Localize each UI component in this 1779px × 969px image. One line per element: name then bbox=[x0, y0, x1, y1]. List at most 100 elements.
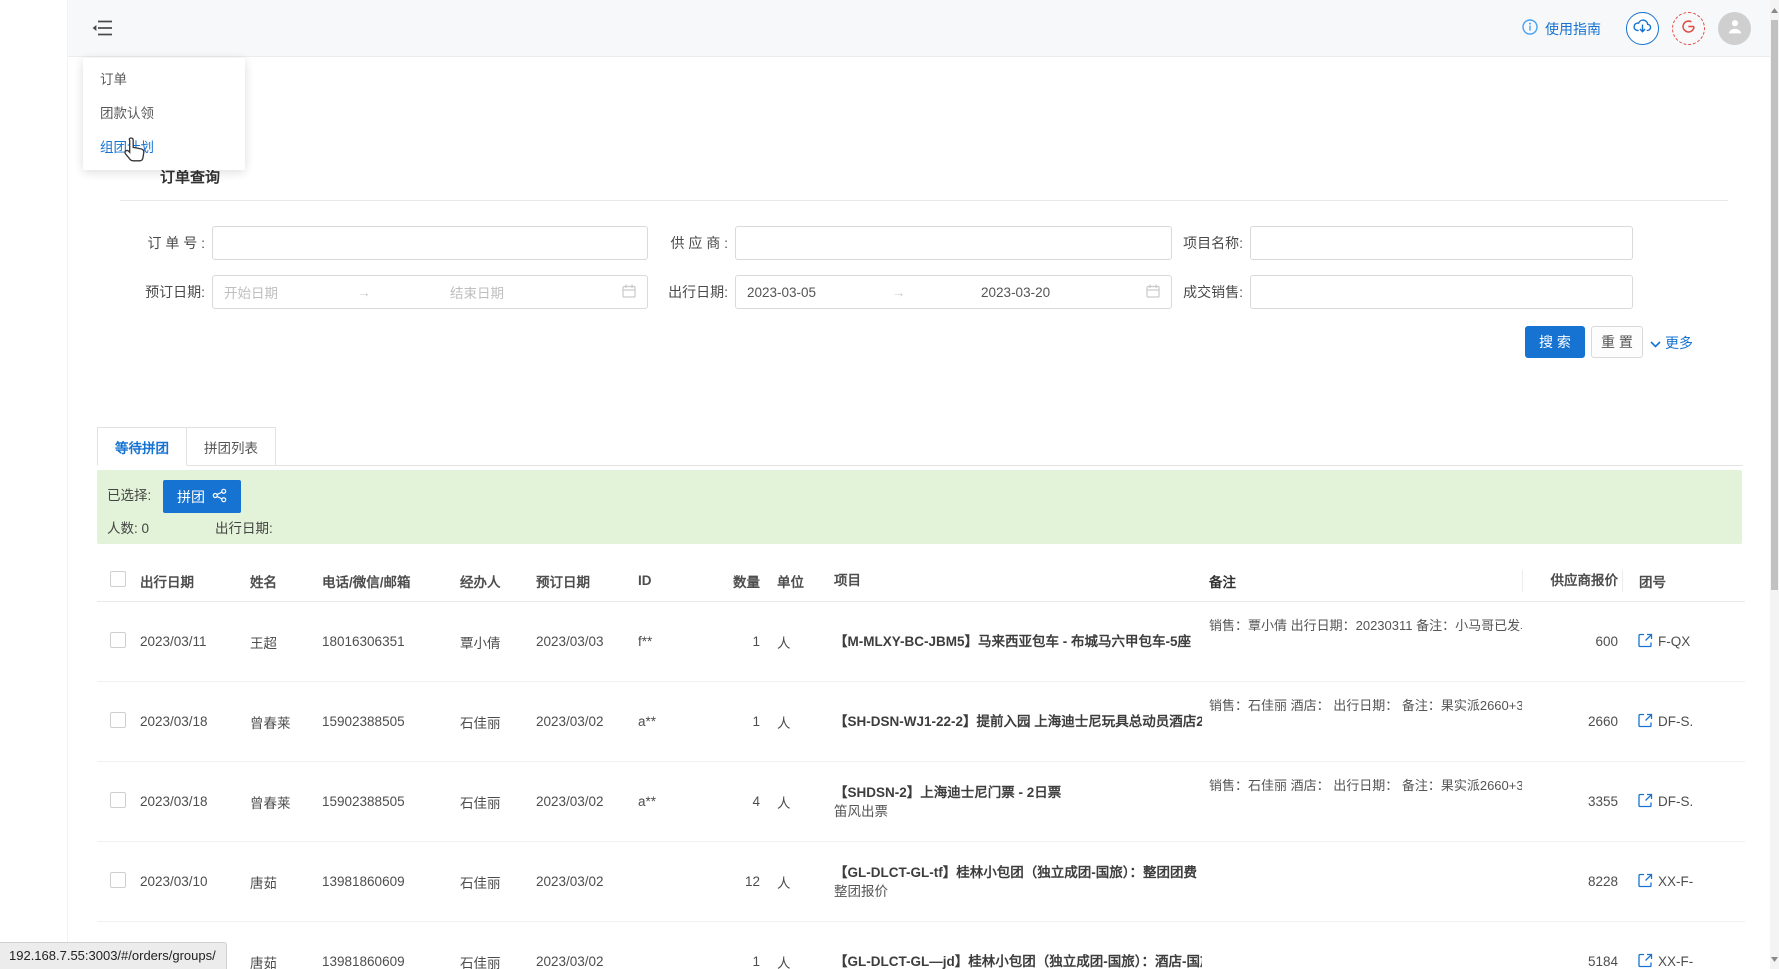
tab-group-list[interactable]: 拼团列表 bbox=[187, 427, 276, 466]
row-checkbox[interactable] bbox=[110, 872, 126, 888]
cell-group-no: F-QX bbox=[1622, 633, 1745, 651]
travel-start-value: 2023-03-05 bbox=[747, 285, 816, 300]
cell-qty: 4 bbox=[711, 794, 765, 809]
table-header-row: 出行日期 姓名 电话/微信/邮箱 经办人 预订日期 ID 数量 单位 项目 备注… bbox=[97, 560, 1745, 602]
cell-agent: 覃小倩 bbox=[453, 632, 529, 652]
col-header-travel-date: 出行日期 bbox=[133, 571, 243, 591]
group-no-text[interactable]: DF-S. bbox=[1658, 794, 1693, 809]
scrollbar-thumb[interactable] bbox=[1771, 20, 1778, 590]
menu-item-orders[interactable]: 订单 bbox=[83, 63, 245, 97]
row-checkbox[interactable] bbox=[110, 792, 126, 808]
cell-booking-date: 2023/03/02 bbox=[529, 954, 631, 969]
cell-group-no: XX-F- bbox=[1622, 873, 1745, 891]
contract-doc-icon[interactable] bbox=[1638, 713, 1653, 731]
menu-item-group-plan[interactable]: 组团计划 bbox=[83, 131, 245, 165]
row-checkbox[interactable] bbox=[110, 632, 126, 648]
order-no-input[interactable] bbox=[212, 226, 648, 260]
cell-id: a** bbox=[631, 794, 711, 809]
tab-waiting-group[interactable]: 等待拼团 bbox=[97, 427, 187, 466]
menu-item-payment-claim[interactable]: 团款认领 bbox=[83, 97, 245, 131]
supplier-label: 供 应 商 : bbox=[628, 226, 728, 260]
cell-travel-date: 2023/03/10 bbox=[133, 874, 243, 889]
table-row: 2023/03/18 曾春莱 15902388505 石佳丽 2023/03/0… bbox=[97, 682, 1745, 762]
select-all-checkbox[interactable] bbox=[110, 571, 126, 587]
row-checkbox[interactable] bbox=[110, 712, 126, 728]
search-button[interactable]: 搜 索 bbox=[1525, 326, 1585, 358]
range-arrow-icon: → bbox=[816, 285, 981, 300]
cell-agent: 石佳丽 bbox=[453, 792, 529, 812]
contract-doc-icon[interactable] bbox=[1638, 633, 1653, 651]
cell-group-no: DF-S. bbox=[1622, 713, 1745, 731]
project-subtitle: 笛风出票 bbox=[834, 802, 1202, 821]
cell-phone: 13981860609 bbox=[315, 954, 453, 969]
table-row: 2023/03/11 王超 18016306351 覃小倩 2023/03/03… bbox=[97, 602, 1745, 682]
avatar[interactable] bbox=[1718, 12, 1751, 45]
project-name-input[interactable] bbox=[1250, 226, 1633, 260]
project-title: 【SH-DSN-WJ1-22-2】提前入园 上海迪士尼玩具总动员酒店2天1晚） bbox=[834, 712, 1202, 731]
group-no-text[interactable]: F-QX bbox=[1658, 634, 1690, 649]
scroll-down-icon[interactable] bbox=[1770, 951, 1779, 967]
power-icon bbox=[1680, 18, 1697, 40]
cell-id: a** bbox=[631, 714, 711, 729]
cell-project: 【M-MLXY-BC-JBM5】马来西亚包车 - 布城马六甲包车-5座 bbox=[827, 632, 1202, 651]
make-group-label: 拼团 bbox=[177, 487, 205, 507]
cell-qty: 1 bbox=[711, 954, 765, 969]
travel-end-value: 2023-03-20 bbox=[981, 285, 1146, 300]
more-toggle[interactable]: 更多 bbox=[1650, 333, 1693, 353]
menu-fold-icon[interactable] bbox=[92, 18, 114, 38]
link-status-tooltip: 192.168.7.55:3003/#/orders/groups/ bbox=[0, 942, 227, 969]
col-header-supplier-price: 供应商报价 bbox=[1522, 570, 1622, 592]
cell-unit: 人 bbox=[765, 952, 827, 969]
project-title: 【SHDSN-2】上海迪士尼门票 - 2日票 bbox=[834, 783, 1202, 802]
cell-unit: 人 bbox=[765, 872, 827, 892]
selected-label: 已选择: bbox=[107, 486, 151, 506]
project-title: 【GL-DLCT-GL-tf】桂林小包团（独立成团-国旅）：整团团费 bbox=[834, 863, 1202, 882]
cloud-download-button[interactable] bbox=[1626, 12, 1659, 45]
orders-dropdown-menu: 订单 团款认领 组团计划 bbox=[83, 58, 245, 170]
booking-start-placeholder: 开始日期 bbox=[224, 282, 278, 302]
project-subtitle: 整团报价 bbox=[834, 882, 1202, 901]
scroll-up-icon[interactable] bbox=[1770, 2, 1779, 18]
group-no-text[interactable]: DF-S. bbox=[1658, 714, 1693, 729]
sales-label: 成交销售: bbox=[1143, 275, 1243, 309]
make-group-button[interactable]: 拼团 bbox=[163, 480, 241, 513]
col-header-remark: 备注 bbox=[1202, 571, 1522, 591]
cloud-download-icon bbox=[1633, 18, 1652, 39]
cell-unit: 人 bbox=[765, 712, 827, 732]
cell-name: 唐茹 bbox=[243, 952, 315, 969]
cell-qty: 1 bbox=[711, 634, 765, 649]
supplier-input[interactable] bbox=[735, 226, 1172, 260]
col-header-id: ID bbox=[631, 573, 711, 588]
contract-doc-icon[interactable] bbox=[1638, 873, 1653, 891]
travel-date-summary: 出行日期: bbox=[215, 517, 273, 537]
group-no-text[interactable]: XX-F- bbox=[1658, 954, 1693, 969]
cell-supplier-price: 600 bbox=[1522, 634, 1622, 649]
logout-button[interactable] bbox=[1672, 12, 1705, 45]
contract-doc-icon[interactable] bbox=[1638, 793, 1653, 811]
cell-group-no: DF-S. bbox=[1622, 793, 1745, 811]
selection-bar: 已选择: 拼团 人数: 0 出行日期: bbox=[97, 470, 1742, 544]
vertical-scrollbar[interactable] bbox=[1770, 0, 1779, 969]
topbar-actions: 使用指南 bbox=[1522, 0, 1751, 57]
reset-button[interactable]: 重 置 bbox=[1591, 326, 1643, 358]
cell-id: f** bbox=[631, 634, 711, 649]
booking-date-range-input[interactable]: 开始日期 → 结束日期 bbox=[212, 275, 648, 309]
travel-date-label: 出行日期: bbox=[628, 275, 728, 309]
cell-booking-date: 2023/03/02 bbox=[529, 714, 631, 729]
cell-agent: 石佳丽 bbox=[453, 712, 529, 732]
cell-name: 曾春莱 bbox=[243, 792, 315, 812]
usage-guide-link[interactable]: 使用指南 bbox=[1522, 19, 1601, 39]
group-no-text[interactable]: XX-F- bbox=[1658, 874, 1693, 889]
contract-doc-icon[interactable] bbox=[1638, 953, 1653, 969]
cell-phone: 15902388505 bbox=[315, 714, 453, 729]
hand-cursor-icon bbox=[122, 136, 148, 169]
travel-date-range-input[interactable]: 2023-03-05 → 2023-03-20 bbox=[735, 275, 1172, 309]
cell-supplier-price: 5184 bbox=[1522, 954, 1622, 969]
sales-input[interactable] bbox=[1250, 275, 1633, 309]
range-arrow-icon: → bbox=[278, 285, 450, 300]
booking-date-label: 预订日期: bbox=[100, 275, 205, 309]
cell-qty: 1 bbox=[711, 714, 765, 729]
cell-travel-date: 2023/03/18 bbox=[133, 714, 243, 729]
cell-supplier-price: 8228 bbox=[1522, 874, 1622, 889]
share-merge-icon bbox=[212, 488, 227, 506]
